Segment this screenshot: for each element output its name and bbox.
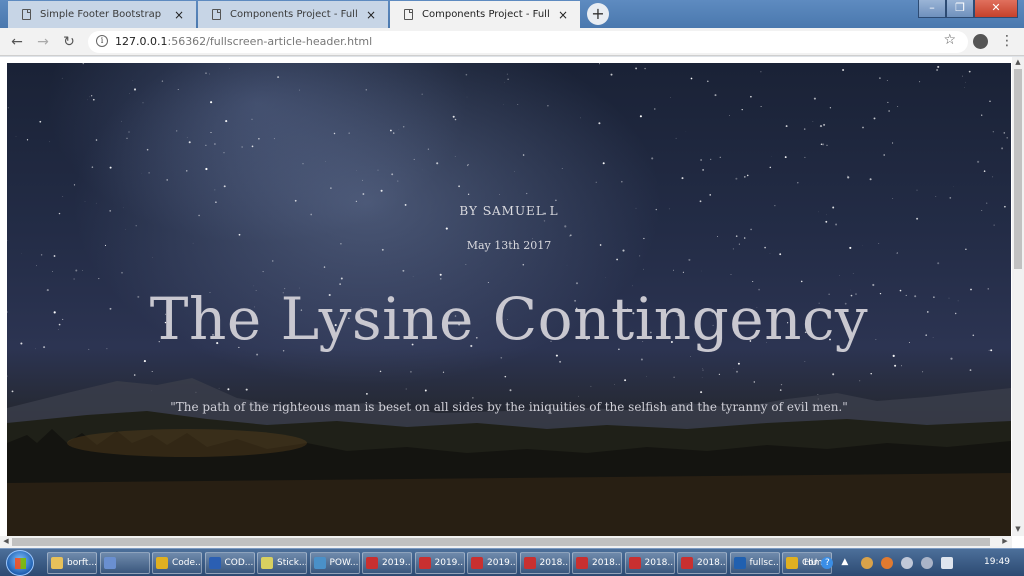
page-viewport: BY SAMUEL L May 13th 2017 The Lysine Con… bbox=[0, 57, 1024, 548]
tray-app-icon[interactable] bbox=[881, 557, 894, 569]
bookmark-star-icon[interactable]: ☆ bbox=[943, 32, 956, 48]
app-icon bbox=[471, 557, 483, 569]
taskbar-button[interactable]: 2018... bbox=[677, 552, 727, 574]
taskbar-button[interactable]: 2019... bbox=[362, 552, 412, 574]
scroll-down-icon[interactable]: ▼ bbox=[1012, 525, 1024, 535]
tab-title: Components Project - Fullscreen bbox=[230, 9, 358, 20]
minimize-button[interactable]: – bbox=[918, 0, 946, 18]
tray-expand-icon[interactable]: ▲ bbox=[841, 557, 853, 569]
app-icon bbox=[681, 557, 693, 569]
app-icon bbox=[103, 557, 116, 569]
tab-title: Simple Footer Bootstrap bbox=[40, 9, 162, 20]
taskbar-button[interactable]: Stick... bbox=[257, 552, 307, 574]
taskbar-button-label: 2018... bbox=[697, 558, 727, 568]
close-icon[interactable]: × bbox=[556, 8, 570, 22]
help-icon[interactable]: ? bbox=[821, 557, 834, 569]
app-icon bbox=[313, 557, 326, 569]
taskbar-button[interactable]: 2018... bbox=[572, 552, 622, 574]
taskbar-button[interactable]: 2018... bbox=[624, 552, 675, 574]
app-icon bbox=[523, 557, 536, 569]
app-icon bbox=[261, 557, 273, 569]
taskbar-button-label: fullsc... bbox=[749, 558, 780, 568]
taskbar-button-label: Code... bbox=[172, 558, 202, 568]
taskbar-button-label: 2018... bbox=[539, 558, 570, 568]
app-icon bbox=[628, 557, 641, 569]
url-host: 127.0.0.1 bbox=[115, 35, 168, 48]
url-text[interactable]: 127.0.0.1:56362/fullscreen-article-heade… bbox=[115, 35, 372, 48]
horizontal-scrollbar[interactable]: ◀ ▶ bbox=[0, 536, 1012, 548]
taskbar-button[interactable]: COD... bbox=[204, 552, 255, 574]
forward-button[interactable]: → bbox=[34, 33, 52, 51]
reload-button[interactable]: ↻ bbox=[60, 33, 78, 51]
new-tab-button[interactable]: + bbox=[587, 3, 609, 25]
browser-menu-icon[interactable]: ⋮ bbox=[1000, 33, 1014, 49]
windows-taskbar: borft... Code... COD... Stick... POW... 2019.… bbox=[0, 548, 1024, 576]
app-icon bbox=[156, 557, 168, 569]
taskbar-button-label: POW... bbox=[329, 558, 359, 568]
taskbar-button[interactable]: borft... bbox=[47, 552, 97, 574]
article-date: May 13th 2017 bbox=[466, 239, 552, 252]
action-center-icon[interactable] bbox=[941, 557, 954, 569]
taskbar-clock[interactable]: 19:49 bbox=[984, 557, 1010, 567]
tab-components-project-1[interactable]: Components Project - Fullscreen × bbox=[198, 1, 388, 28]
taskbar-button-label: COD... bbox=[224, 558, 254, 568]
tab-simple-footer[interactable]: Simple Footer Bootstrap × bbox=[8, 1, 196, 28]
scroll-up-icon[interactable]: ▲ bbox=[1012, 58, 1024, 68]
info-icon[interactable]: i bbox=[96, 35, 108, 47]
close-icon[interactable]: × bbox=[172, 8, 186, 22]
app-icon bbox=[208, 557, 221, 569]
close-window-button[interactable]: ✕ bbox=[974, 0, 1018, 18]
horizontal-scroll-thumb[interactable] bbox=[12, 538, 990, 546]
back-button[interactable]: ← bbox=[8, 33, 26, 51]
app-icon bbox=[733, 557, 746, 569]
taskbar-button-label: 2019... bbox=[382, 558, 412, 568]
article-byline: BY SAMUEL L bbox=[459, 204, 559, 218]
document-icon bbox=[212, 9, 221, 20]
language-indicator[interactable]: HU bbox=[804, 558, 817, 568]
vertical-scroll-thumb[interactable] bbox=[1014, 69, 1022, 269]
document-icon bbox=[404, 9, 413, 20]
window-controls: – ❐ ✕ bbox=[918, 0, 1018, 18]
taskbar-button-label: 2018... bbox=[592, 558, 622, 568]
scroll-left-icon[interactable]: ◀ bbox=[1, 537, 11, 547]
article-quote: "The path of the righteous man is beset … bbox=[170, 400, 848, 414]
app-icon bbox=[51, 557, 63, 569]
taskbar-button-label: Stick... bbox=[277, 558, 307, 568]
signal-icon[interactable] bbox=[921, 557, 934, 569]
scroll-right-icon[interactable]: ▶ bbox=[1000, 537, 1010, 547]
system-tray: HU ? ▲ bbox=[804, 552, 957, 574]
taskbar-button-label: borft... bbox=[67, 558, 97, 568]
profile-avatar-icon[interactable] bbox=[973, 34, 988, 49]
restore-button[interactable]: ❐ bbox=[946, 0, 974, 18]
taskbar-button[interactable] bbox=[99, 552, 150, 574]
taskbar-button[interactable]: 2018... bbox=[519, 552, 570, 574]
taskbar-button-label: 2018... bbox=[644, 558, 675, 568]
app-icon bbox=[576, 557, 588, 569]
document-icon bbox=[22, 9, 31, 20]
taskbar-button[interactable]: POW... bbox=[309, 552, 360, 574]
tab-components-project-2[interactable]: Components Project - Fullscreen × bbox=[390, 1, 580, 28]
taskbar-button[interactable]: 2019... bbox=[414, 552, 465, 574]
taskbar-button[interactable]: 2019... bbox=[467, 552, 517, 574]
fullscreen-article-header: BY SAMUEL L May 13th 2017 The Lysine Con… bbox=[7, 63, 1011, 538]
taskbar-button-label: 2019... bbox=[487, 558, 517, 568]
tab-title: Components Project - Fullscreen bbox=[422, 9, 550, 20]
network-icon[interactable] bbox=[861, 557, 874, 569]
address-bar[interactable]: i 127.0.0.1:56362/fullscreen-article-hea… bbox=[88, 31, 968, 53]
taskbar-button[interactable]: Code... bbox=[152, 552, 202, 574]
app-icon bbox=[418, 557, 431, 569]
browser-titlebar: Simple Footer Bootstrap × Components Pro… bbox=[0, 0, 1024, 28]
start-button-icon[interactable] bbox=[6, 550, 34, 576]
volume-icon[interactable] bbox=[901, 557, 914, 569]
url-path: :56362/fullscreen-article-header.html bbox=[167, 35, 373, 48]
app-icon bbox=[786, 557, 798, 569]
vertical-scrollbar[interactable]: ▲ ▼ bbox=[1012, 57, 1024, 536]
taskbar-button-label: 2019... bbox=[434, 558, 465, 568]
article-headline: The Lysine Contingency bbox=[149, 285, 869, 353]
article-header-content: BY SAMUEL L May 13th 2017 The Lysine Con… bbox=[7, 63, 1011, 538]
browser-toolbar: ← → ↻ i 127.0.0.1:56362/fullscreen-artic… bbox=[0, 28, 1024, 56]
app-icon bbox=[366, 557, 378, 569]
close-icon[interactable]: × bbox=[364, 8, 378, 22]
taskbar-button[interactable]: fullsc... bbox=[729, 552, 780, 574]
